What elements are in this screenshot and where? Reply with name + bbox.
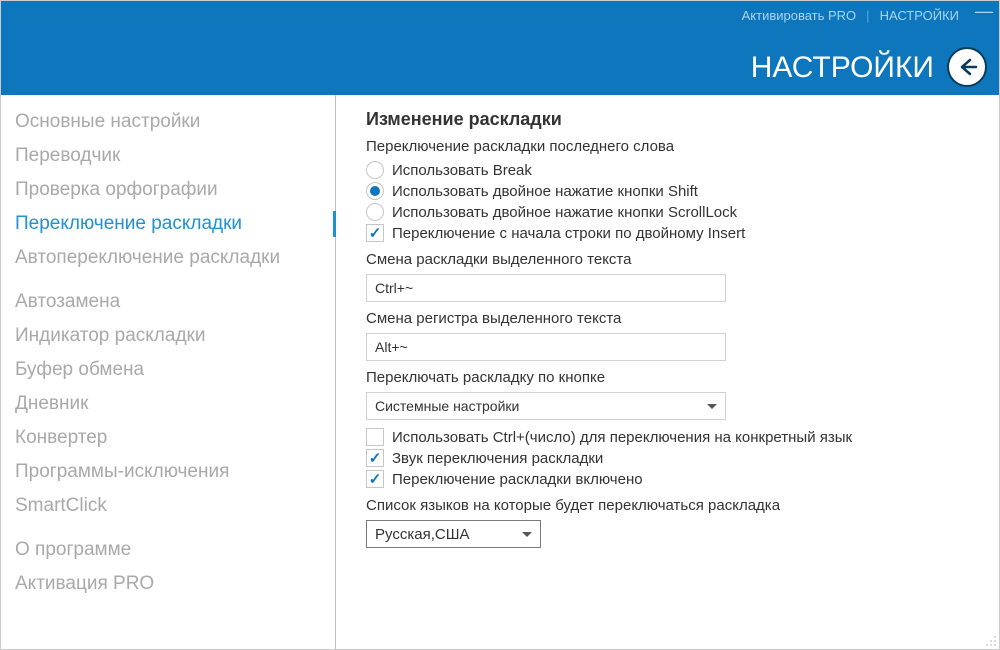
sidebar-item[interactable]: Буфер обмена — [1, 353, 335, 387]
checkbox-label: Переключение раскладки включено — [392, 471, 643, 488]
content-panel: Изменение раскладки Переключение расклад… — [336, 95, 999, 649]
back-button[interactable] — [947, 47, 987, 87]
sidebar-item[interactable]: Автопереключение раскладки — [1, 241, 335, 275]
body: Основные настройкиПереводчикПроверка орф… — [1, 95, 999, 649]
checkbox[interactable] — [366, 470, 384, 488]
checkbox-label: Звук переключения раскладки — [392, 450, 603, 467]
radio-label: Использовать двойное нажатие кнопки Scro… — [392, 204, 737, 221]
sidebar-item[interactable]: Переводчик — [1, 139, 335, 173]
header-toolbar: Активировать PRO | НАСТРОЙКИ — — [732, 1, 999, 29]
radio-label: Использовать Break — [392, 162, 532, 179]
sidebar-item[interactable]: Автозамена — [1, 285, 335, 319]
hotkey2-label: Смена регистра выделенного текста — [366, 310, 999, 327]
last-word-switch-label: Переключение раскладки последнего слова — [366, 138, 999, 155]
radio-row: Использовать Break — [366, 161, 999, 179]
insert-checkbox[interactable] — [366, 224, 384, 242]
activate-pro-link[interactable]: Активировать PRO — [732, 8, 867, 23]
hotkey1-input[interactable]: Ctrl+~ — [366, 274, 726, 302]
switch-by-button-select[interactable]: Системные настройки — [366, 392, 726, 420]
chevron-down-icon — [522, 532, 532, 537]
settings-link[interactable]: НАСТРОЙКИ — [870, 8, 969, 23]
sidebar-item[interactable]: Переключение раскладки — [1, 207, 335, 241]
resize-grip-icon[interactable] — [983, 633, 997, 647]
sidebar: Основные настройкиПереводчикПроверка орф… — [1, 95, 336, 649]
sidebar-item[interactable]: Дневник — [1, 387, 335, 421]
radio-row: Использовать двойное нажатие кнопки Shif… — [366, 182, 999, 200]
checkbox-row: Использовать Ctrl+(число) для переключен… — [366, 428, 999, 446]
hotkey2-input[interactable]: Alt+~ — [366, 333, 726, 361]
lang-list-select[interactable]: Русская,США — [366, 520, 541, 548]
checkbox-row: Звук переключения раскладки — [366, 449, 999, 467]
checkbox-row: Переключение раскладки включено — [366, 470, 999, 488]
radio-button[interactable] — [366, 161, 384, 179]
sidebar-item[interactable]: Программы-исключения — [1, 455, 335, 489]
switch-by-button-label: Переключать раскладку по кнопке — [366, 369, 999, 386]
sidebar-group-gap — [1, 275, 335, 285]
checkbox[interactable] — [366, 428, 384, 446]
minimize-button[interactable]: — — [969, 1, 999, 29]
sidebar-item[interactable]: Активация PRO — [1, 567, 335, 601]
lang-list-value: Русская,США — [375, 526, 469, 543]
sidebar-item[interactable]: Основные настройки — [1, 105, 335, 139]
sidebar-item[interactable]: Проверка орфографии — [1, 173, 335, 207]
chevron-down-icon — [707, 404, 717, 409]
sidebar-item[interactable]: Конвертер — [1, 421, 335, 455]
hotkey1-label: Смена раскладки выделенного текста — [366, 251, 999, 268]
section-title: Изменение раскладки — [366, 109, 999, 130]
app-header: Активировать PRO | НАСТРОЙКИ — НАСТРОЙКИ — [1, 1, 999, 95]
radio-row: Использовать двойное нажатие кнопки Scro… — [366, 203, 999, 221]
sidebar-item[interactable]: SmartClick — [1, 489, 335, 523]
checkbox-label: Использовать Ctrl+(число) для переключен… — [392, 429, 852, 446]
sidebar-group-gap — [1, 523, 335, 533]
checkbox[interactable] — [366, 449, 384, 467]
page-title: НАСТРОЙКИ — [751, 51, 934, 85]
arrow-left-icon — [956, 56, 978, 78]
sidebar-item[interactable]: О программе — [1, 533, 335, 567]
insert-checkbox-label: Переключение с начала строки по двойному… — [392, 225, 745, 242]
radio-button[interactable] — [366, 203, 384, 221]
radio-button[interactable] — [366, 182, 384, 200]
lang-list-label: Список языков на которые будет переключа… — [366, 497, 999, 514]
radio-label: Использовать двойное нажатие кнопки Shif… — [392, 183, 698, 200]
switch-by-button-value: Системные настройки — [375, 398, 519, 414]
sidebar-item[interactable]: Индикатор раскладки — [1, 319, 335, 353]
